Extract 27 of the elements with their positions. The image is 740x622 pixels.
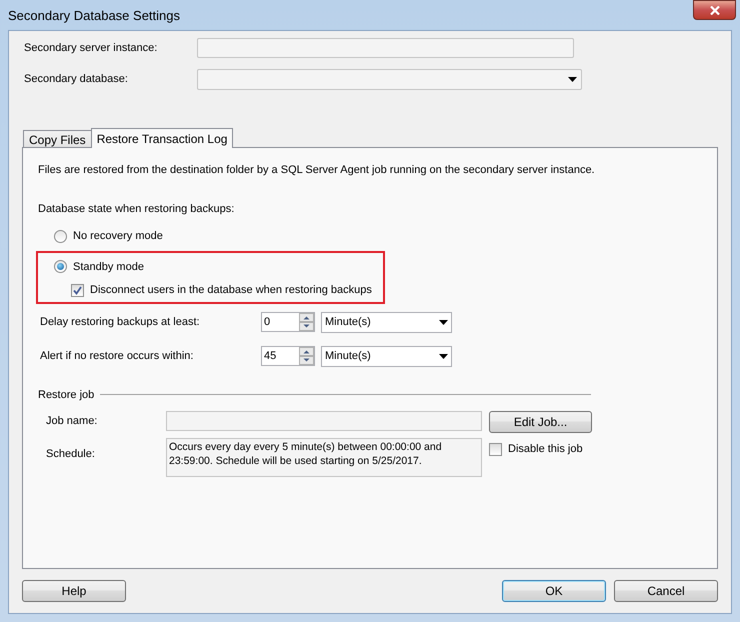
dialog-button[interactable]: OK [502, 580, 606, 602]
radio-label: No recovery mode [73, 229, 163, 244]
field-label: Alert if no restore occurs within: [39, 348, 194, 364]
spin-box[interactable]: 0 [261, 312, 315, 332]
dialog-button[interactable]: Edit Job... [489, 411, 592, 433]
description-text: Files are restored from the destination folder by a SQL Server Agent job running on the secondary server instance. [38, 163, 596, 178]
window-title: Secondary Database Settings [8, 7, 180, 25]
spin-box[interactable]: 45 [261, 346, 315, 366]
dialog-button[interactable]: Cancel [614, 580, 718, 602]
field-label: Job name: [46, 414, 98, 429]
spin-value: 45 [263, 348, 276, 364]
checkbox-label: Disconnect users in the database when restoring backups [90, 283, 372, 298]
checkbox-label: Disable this job [508, 442, 583, 457]
field-label: Schedule: [46, 446, 96, 462]
unit-dropdown[interactable]: Minute(s) [321, 346, 452, 366]
radio-label: Standby mode [73, 260, 144, 274]
spin-value: 0 [263, 314, 270, 330]
group-heading: Restore job [38, 388, 94, 402]
tab[interactable]: Restore Transaction Log [90, 128, 234, 148]
dialog-button[interactable]: Help [22, 580, 126, 602]
tab[interactable]: Copy Files [23, 130, 92, 147]
unit-dropdown[interactable]: Minute(s) [321, 312, 452, 332]
field-label: Delay restoring backups at least: [39, 314, 201, 330]
field-label: Secondary database: [23, 72, 129, 88]
schedule-text: Occurs every day every 5 minute(s) between 00:00:00 and 23:59:00. Schedule will be used starting on 5/25/2017. [166, 438, 482, 477]
field-label: Secondary server instance: [23, 40, 158, 56]
section-label: Database state when restoring backups: [38, 202, 236, 216]
